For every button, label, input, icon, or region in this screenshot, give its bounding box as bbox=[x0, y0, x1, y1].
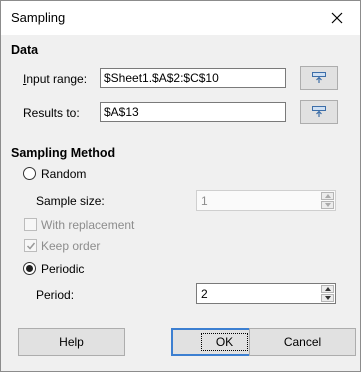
title-bar: Sampling bbox=[1, 1, 360, 35]
keep-order-label: Keep order bbox=[41, 239, 101, 253]
checkmark-icon bbox=[26, 242, 36, 250]
sample-size-spinner[interactable]: 1 bbox=[196, 190, 336, 211]
shrink-icon bbox=[312, 72, 326, 83]
period-spinner[interactable]: 2 bbox=[196, 283, 336, 304]
random-radio[interactable] bbox=[23, 167, 36, 180]
with-replacement-checkbox[interactable] bbox=[24, 218, 37, 231]
input-range-label-text: nput range: bbox=[26, 72, 88, 86]
sampling-method-title: Sampling Method bbox=[11, 146, 116, 160]
data-section-title: Data bbox=[11, 43, 39, 57]
input-range-shrink-button[interactable] bbox=[300, 66, 338, 90]
period-label: Period: bbox=[36, 288, 75, 302]
periodic-radio[interactable] bbox=[23, 262, 36, 275]
close-icon bbox=[331, 12, 343, 24]
keep-order-checkbox[interactable] bbox=[24, 239, 37, 252]
input-range-label: Input range: bbox=[23, 72, 88, 86]
sample-size-label: Sample size: bbox=[36, 194, 105, 208]
dialog-title: Sampling bbox=[11, 10, 66, 25]
period-arrows bbox=[321, 285, 334, 302]
help-button[interactable]: Help bbox=[18, 328, 125, 356]
cancel-button[interactable]: Cancel bbox=[249, 328, 356, 356]
shrink-icon bbox=[312, 106, 326, 117]
down-arrow-icon bbox=[325, 296, 331, 300]
period-value: 2 bbox=[201, 287, 208, 301]
random-label[interactable]: Random bbox=[41, 167, 86, 181]
period-decrement[interactable] bbox=[321, 294, 334, 302]
results-to-field[interactable]: $A$13 bbox=[100, 102, 286, 122]
results-to-shrink-button[interactable] bbox=[300, 100, 338, 124]
up-arrow-icon bbox=[325, 194, 331, 198]
sample-size-value: 1 bbox=[201, 194, 208, 208]
up-arrow-icon bbox=[325, 287, 331, 291]
focus-indicator bbox=[201, 333, 248, 351]
sample-size-decrement[interactable] bbox=[321, 201, 334, 209]
sample-size-arrows bbox=[321, 192, 334, 209]
period-increment[interactable] bbox=[321, 285, 334, 293]
input-range-field[interactable]: $Sheet1.$A$2:$C$10 bbox=[100, 68, 286, 88]
down-arrow-icon bbox=[325, 203, 331, 207]
sampling-dialog: Sampling Data Input range: $Sheet1.$A$2:… bbox=[0, 0, 361, 372]
results-to-label: Results to: bbox=[23, 106, 80, 120]
close-button[interactable] bbox=[314, 1, 360, 35]
with-replacement-label: With replacement bbox=[41, 218, 135, 232]
periodic-label[interactable]: Periodic bbox=[41, 262, 84, 276]
sample-size-increment[interactable] bbox=[321, 192, 334, 200]
